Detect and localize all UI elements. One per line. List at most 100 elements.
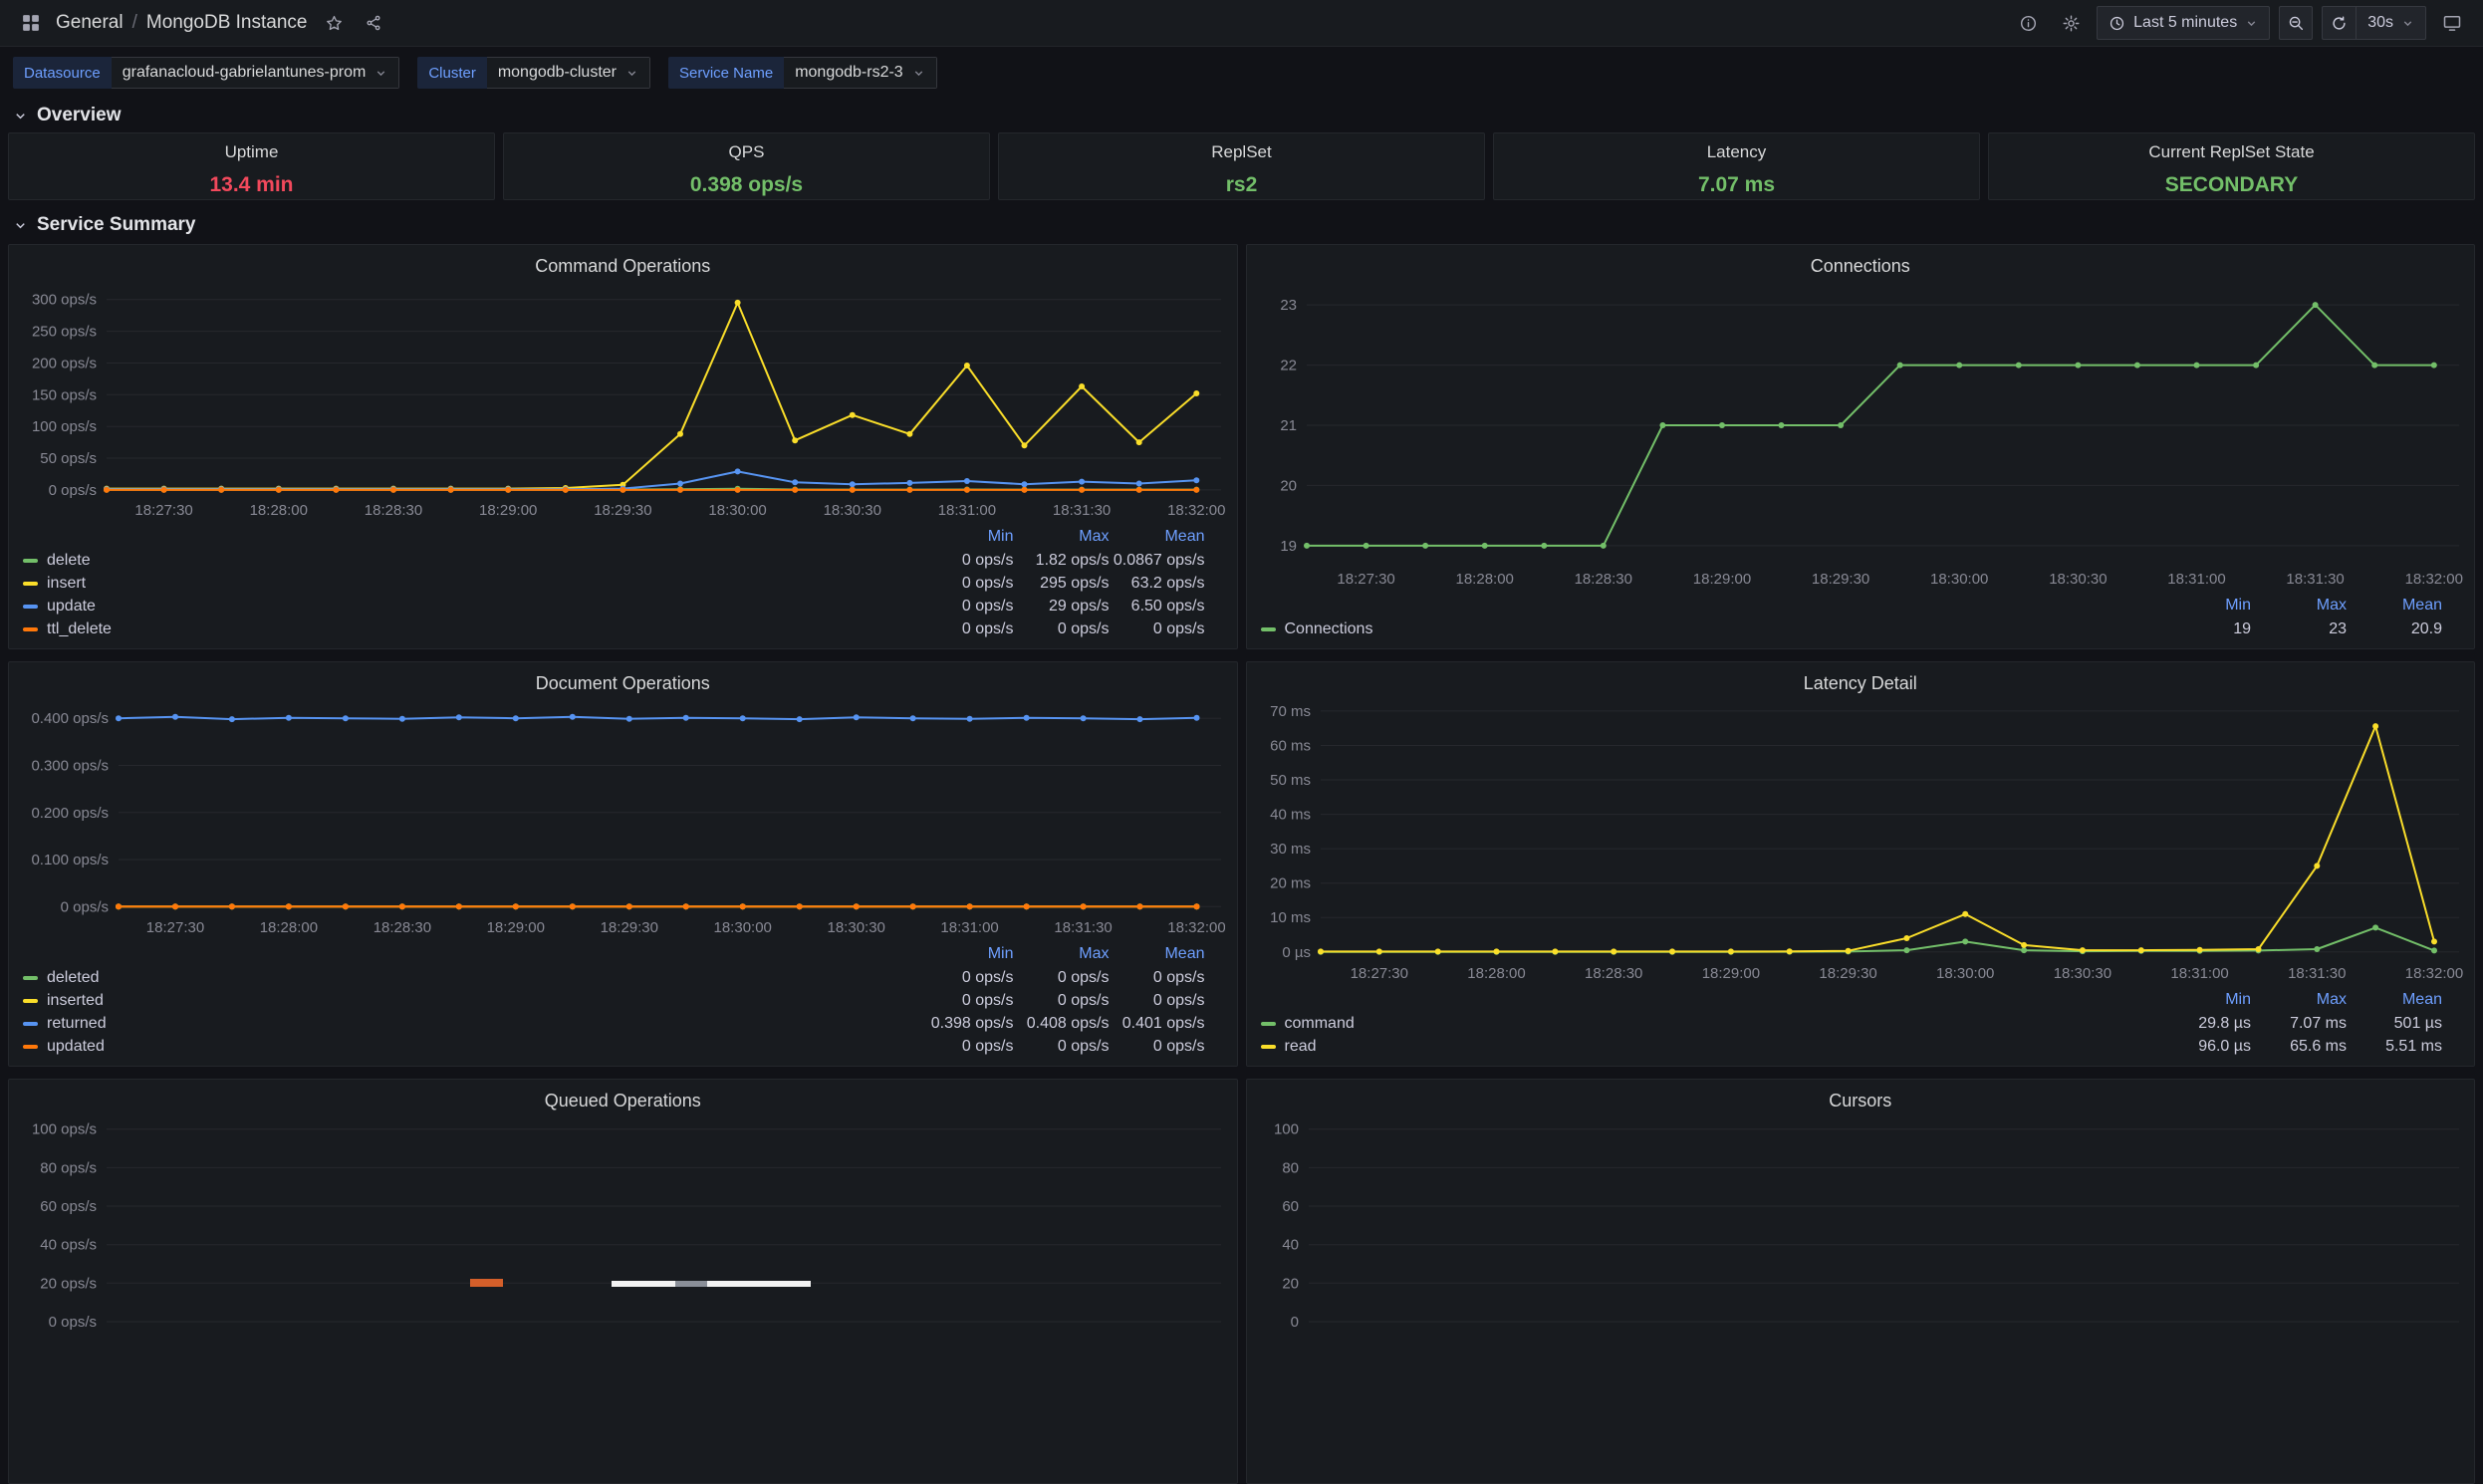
legend-col-header[interactable]: Max — [1014, 528, 1110, 546]
svg-text:20 ms: 20 ms — [1270, 875, 1311, 892]
chart-canvas[interactable]: 0.400 ops/s0.300 ops/s0.200 ops/s0.100 o… — [21, 698, 1225, 940]
svg-text:100 ops/s: 100 ops/s — [32, 1121, 97, 1138]
legend-series-toggle[interactable]: read — [1261, 1038, 2156, 1056]
legend-col-header[interactable]: Mean — [1110, 528, 1205, 546]
legend-stat-value: 0 ops/s — [918, 620, 1014, 638]
panel-title[interactable]: Queued Operations — [21, 1086, 1225, 1115]
chart-plot-area[interactable]: 100 ops/s80 ops/s60 ops/s40 ops/s20 ops/… — [21, 1115, 1225, 1330]
refresh-button[interactable] — [2322, 6, 2356, 40]
panel-title[interactable]: Connections — [1259, 251, 2463, 281]
legend-row: command29.8 µs7.07 ms501 µs — [1261, 1012, 2443, 1035]
svg-text:18:31:30: 18:31:30 — [1054, 919, 1112, 936]
legend-stat-value: 96.0 µs — [2155, 1038, 2251, 1056]
legend-series-toggle[interactable]: ttl_delete — [23, 620, 918, 638]
legend-series-toggle[interactable]: deleted — [23, 969, 918, 987]
legend-col-header[interactable]: Mean — [1110, 945, 1205, 963]
legend-stat-value: 5.51 ms — [2347, 1038, 2442, 1056]
section-service-summary[interactable]: Service Summary — [8, 208, 2475, 242]
legend-col-header[interactable]: Max — [2251, 991, 2347, 1009]
legend-stat-value: 501 µs — [2347, 1015, 2442, 1033]
chart-legend: MinMaxMeandelete0 ops/s1.82 ops/s0.0867 … — [21, 523, 1225, 640]
stat-panel-replset: ReplSetrs2 — [998, 132, 1485, 200]
series-color-swatch — [23, 559, 38, 563]
svg-text:18:29:00: 18:29:00 — [479, 502, 537, 519]
svg-text:18:30:30: 18:30:30 — [2053, 965, 2111, 982]
variable-value-cluster[interactable]: mongodb-cluster — [487, 57, 650, 89]
panel-title[interactable]: Latency Detail — [1259, 668, 2463, 698]
share-dashboard-button[interactable] — [357, 6, 390, 40]
overview-stats-row: Uptime13.4 minQPS0.398 ops/sReplSetrs2La… — [8, 132, 2475, 200]
series-color-swatch — [23, 627, 38, 631]
svg-text:80 ops/s: 80 ops/s — [40, 1159, 97, 1176]
time-range-label: Last 5 minutes — [2133, 14, 2237, 32]
legend-col-header[interactable]: Max — [1014, 945, 1110, 963]
chart-canvas[interactable]: 70 ms60 ms50 ms40 ms30 ms20 ms10 ms0 µs1… — [1259, 698, 2463, 986]
chart-canvas[interactable]: 232221201918:27:3018:28:0018:28:3018:29:… — [1259, 281, 2463, 592]
legend-series-toggle[interactable]: delete — [23, 552, 918, 570]
chart-canvas[interactable]: 100806040200 — [1259, 1115, 2463, 1330]
chart-plot-area[interactable]: 232221201918:27:3018:28:0018:28:3018:29:… — [1259, 281, 2463, 592]
chart-canvas[interactable]: 100 ops/s80 ops/s60 ops/s40 ops/s20 ops/… — [21, 1115, 1225, 1330]
legend-series-toggle[interactable]: Connections — [1261, 620, 2156, 638]
stat-value: 13.4 min — [209, 173, 293, 197]
dashboard-settings-button[interactable] — [2054, 6, 2088, 40]
legend-col-header[interactable]: Min — [918, 945, 1014, 963]
svg-text:0 ops/s: 0 ops/s — [49, 1314, 97, 1330]
refresh-interval-picker[interactable]: 30s — [2356, 6, 2426, 40]
legend-series-toggle[interactable]: command — [1261, 1015, 2156, 1033]
series-color-swatch — [1261, 1022, 1276, 1026]
series-color-swatch — [1261, 627, 1276, 631]
svg-text:200 ops/s: 200 ops/s — [32, 356, 97, 372]
stat-panel-latency: Latency7.07 ms — [1493, 132, 1980, 200]
legend-series-toggle[interactable]: updated — [23, 1038, 918, 1056]
time-range-picker[interactable]: Last 5 minutes — [2097, 6, 2270, 40]
svg-text:100: 100 — [1273, 1121, 1298, 1138]
legend-col-header[interactable]: Mean — [2347, 991, 2442, 1009]
legend-col-header[interactable]: Min — [918, 528, 1014, 546]
panel-title[interactable]: Document Operations — [21, 668, 1225, 698]
star-dashboard-button[interactable] — [317, 6, 351, 40]
svg-text:18:31:30: 18:31:30 — [2286, 571, 2344, 588]
apps-menu-button[interactable] — [14, 6, 48, 40]
svg-text:0.200 ops/s: 0.200 ops/s — [31, 805, 109, 822]
variable-value-datasource[interactable]: grafanacloud-gabrielantunes-prom — [112, 57, 400, 89]
legend-col-header[interactable]: Min — [2155, 597, 2251, 615]
svg-text:18:32:00: 18:32:00 — [2404, 571, 2462, 588]
series-color-swatch — [23, 1022, 38, 1026]
svg-text:18:28:30: 18:28:30 — [365, 502, 422, 519]
legend-series-toggle[interactable]: inserted — [23, 992, 918, 1010]
legend-series-toggle[interactable]: returned — [23, 1015, 918, 1033]
svg-text:18:30:30: 18:30:30 — [828, 919, 885, 936]
section-overview[interactable]: Overview — [8, 99, 2475, 132]
breadcrumb: General / MongoDB Instance — [56, 12, 307, 34]
legend-col-header[interactable]: Max — [2251, 597, 2347, 615]
legend-col-header[interactable]: Mean — [2347, 597, 2442, 615]
stat-value: 0.398 ops/s — [690, 173, 803, 197]
stat-panel-uptime: Uptime13.4 min — [8, 132, 495, 200]
kiosk-mode-button[interactable] — [2435, 6, 2469, 40]
legend-col-header[interactable]: Min — [2155, 991, 2251, 1009]
legend-series-toggle[interactable]: insert — [23, 575, 918, 593]
variable-value-service-name[interactable]: mongodb-rs2-3 — [784, 57, 937, 89]
chart-plot-area[interactable]: 70 ms60 ms50 ms40 ms30 ms20 ms10 ms0 µs1… — [1259, 698, 2463, 986]
legend-series-toggle[interactable]: update — [23, 598, 918, 616]
panel-title[interactable]: Command Operations — [21, 251, 1225, 281]
panel-title[interactable]: Cursors — [1259, 1086, 2463, 1115]
legend-row: read96.0 µs65.6 ms5.51 ms — [1261, 1035, 2443, 1058]
stat-title: Latency — [1707, 142, 1767, 162]
svg-text:60 ops/s: 60 ops/s — [40, 1198, 97, 1215]
legend-stat-value: 0 ops/s — [1110, 992, 1205, 1010]
chart-canvas[interactable]: 300 ops/s250 ops/s200 ops/s150 ops/s100 … — [21, 281, 1225, 523]
svg-text:18:28:30: 18:28:30 — [1574, 571, 1631, 588]
chart-plot-area[interactable]: 0.400 ops/s0.300 ops/s0.200 ops/s0.100 o… — [21, 698, 1225, 940]
zoom-out-time-button[interactable] — [2279, 6, 2313, 40]
svg-text:10 ms: 10 ms — [1270, 909, 1311, 926]
breadcrumb-folder[interactable]: General — [56, 12, 124, 34]
section-title: Overview — [37, 105, 122, 126]
chart-plot-area[interactable]: 300 ops/s250 ops/s200 ops/s150 ops/s100 … — [21, 281, 1225, 523]
chart-plot-area[interactable]: 100806040200 — [1259, 1115, 2463, 1330]
legend-stat-value: 19 — [2155, 620, 2251, 638]
dashboard-insights-button[interactable] — [2011, 6, 2045, 40]
svg-text:0.400 ops/s: 0.400 ops/s — [31, 710, 109, 727]
svg-text:21: 21 — [1280, 417, 1297, 434]
